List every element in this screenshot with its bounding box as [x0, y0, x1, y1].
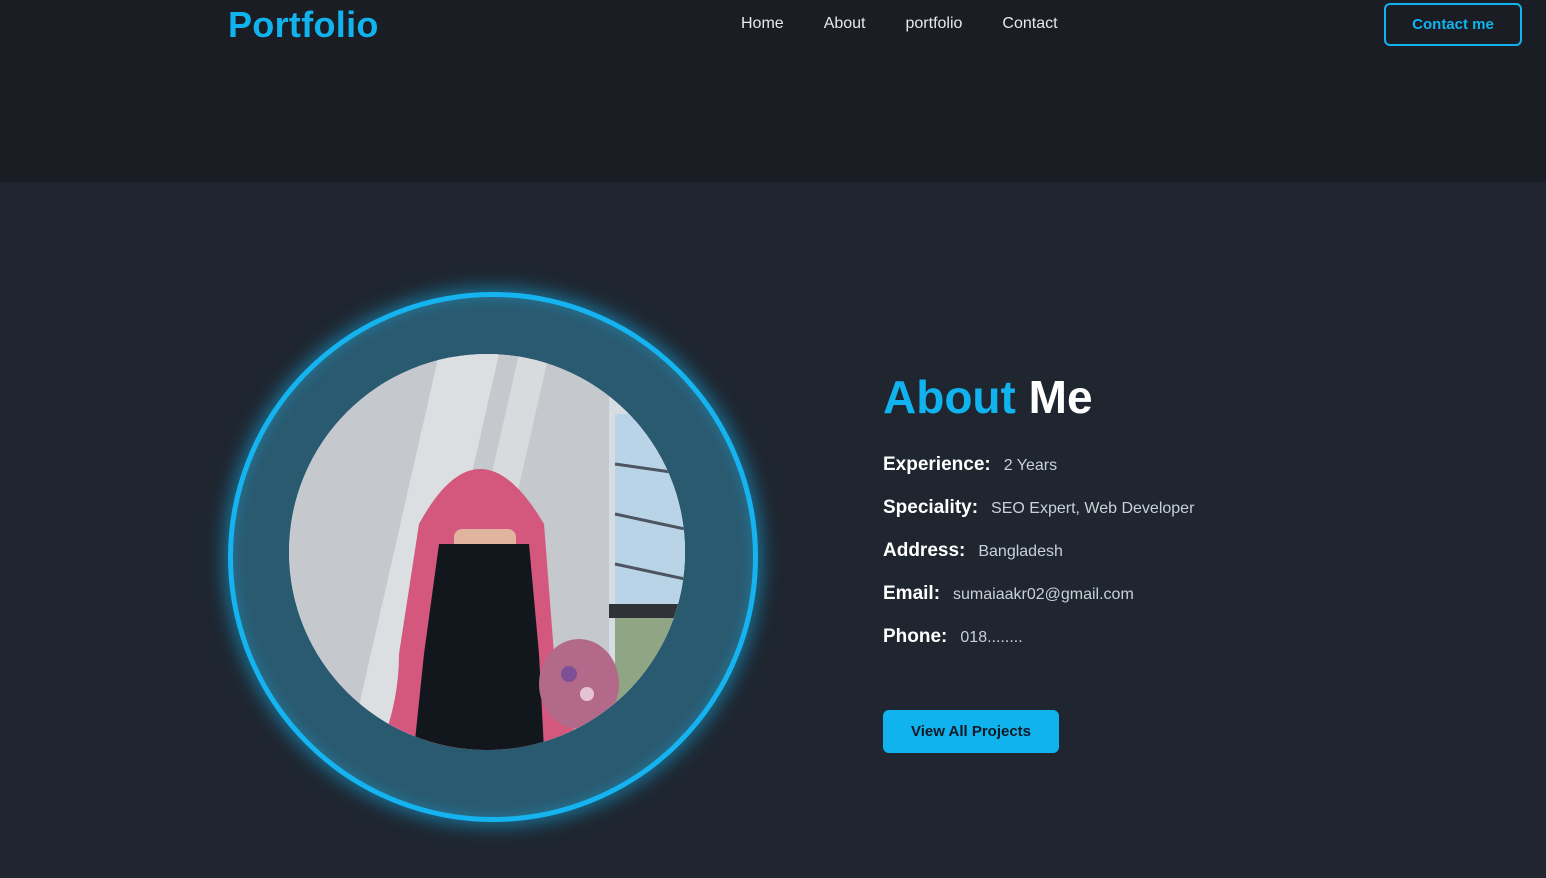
about-title: About Me [883, 370, 1093, 424]
info-label: Experience: [883, 454, 991, 475]
info-label: Phone: [883, 626, 948, 647]
info-label: Address: [883, 540, 966, 561]
about-title-rest: Me [1028, 371, 1093, 423]
info-row-email: Email: sumaiaakr02@gmail.com [883, 583, 1134, 605]
info-value: 018........ [960, 629, 1023, 646]
nav-link-home[interactable]: Home [741, 15, 784, 33]
info-row-speciality: Speciality: SEO Expert, Web Developer [883, 497, 1194, 519]
header: Portfolio Home About portfolio Contact C… [0, 0, 1546, 182]
view-all-projects-button[interactable]: View All Projects [883, 710, 1059, 753]
main-nav: Home About portfolio Contact [741, 15, 1058, 33]
info-row-phone: Phone: 018........ [883, 626, 1023, 648]
info-label: Email: [883, 583, 941, 604]
info-row-experience: Experience: 2 Years [883, 454, 1057, 476]
nav-link-portfolio[interactable]: portfolio [906, 15, 963, 33]
info-value: Bangladesh [978, 543, 1063, 560]
nav-link-contact[interactable]: Contact [1002, 15, 1057, 33]
nav-link-about[interactable]: About [824, 15, 866, 33]
site-logo[interactable]: Portfolio [228, 4, 379, 46]
contact-me-button[interactable]: Contact me [1384, 3, 1522, 46]
profile-photo [289, 354, 685, 750]
info-value: sumaiaakr02@gmail.com [953, 586, 1134, 603]
info-value: SEO Expert, Web Developer [991, 500, 1195, 517]
profile-photo-illustration [289, 354, 685, 750]
info-label: Speciality: [883, 497, 979, 518]
info-row-address: Address: Bangladesh [883, 540, 1063, 562]
info-value: 2 Years [1003, 457, 1058, 474]
about-title-accent: About [883, 371, 1016, 423]
